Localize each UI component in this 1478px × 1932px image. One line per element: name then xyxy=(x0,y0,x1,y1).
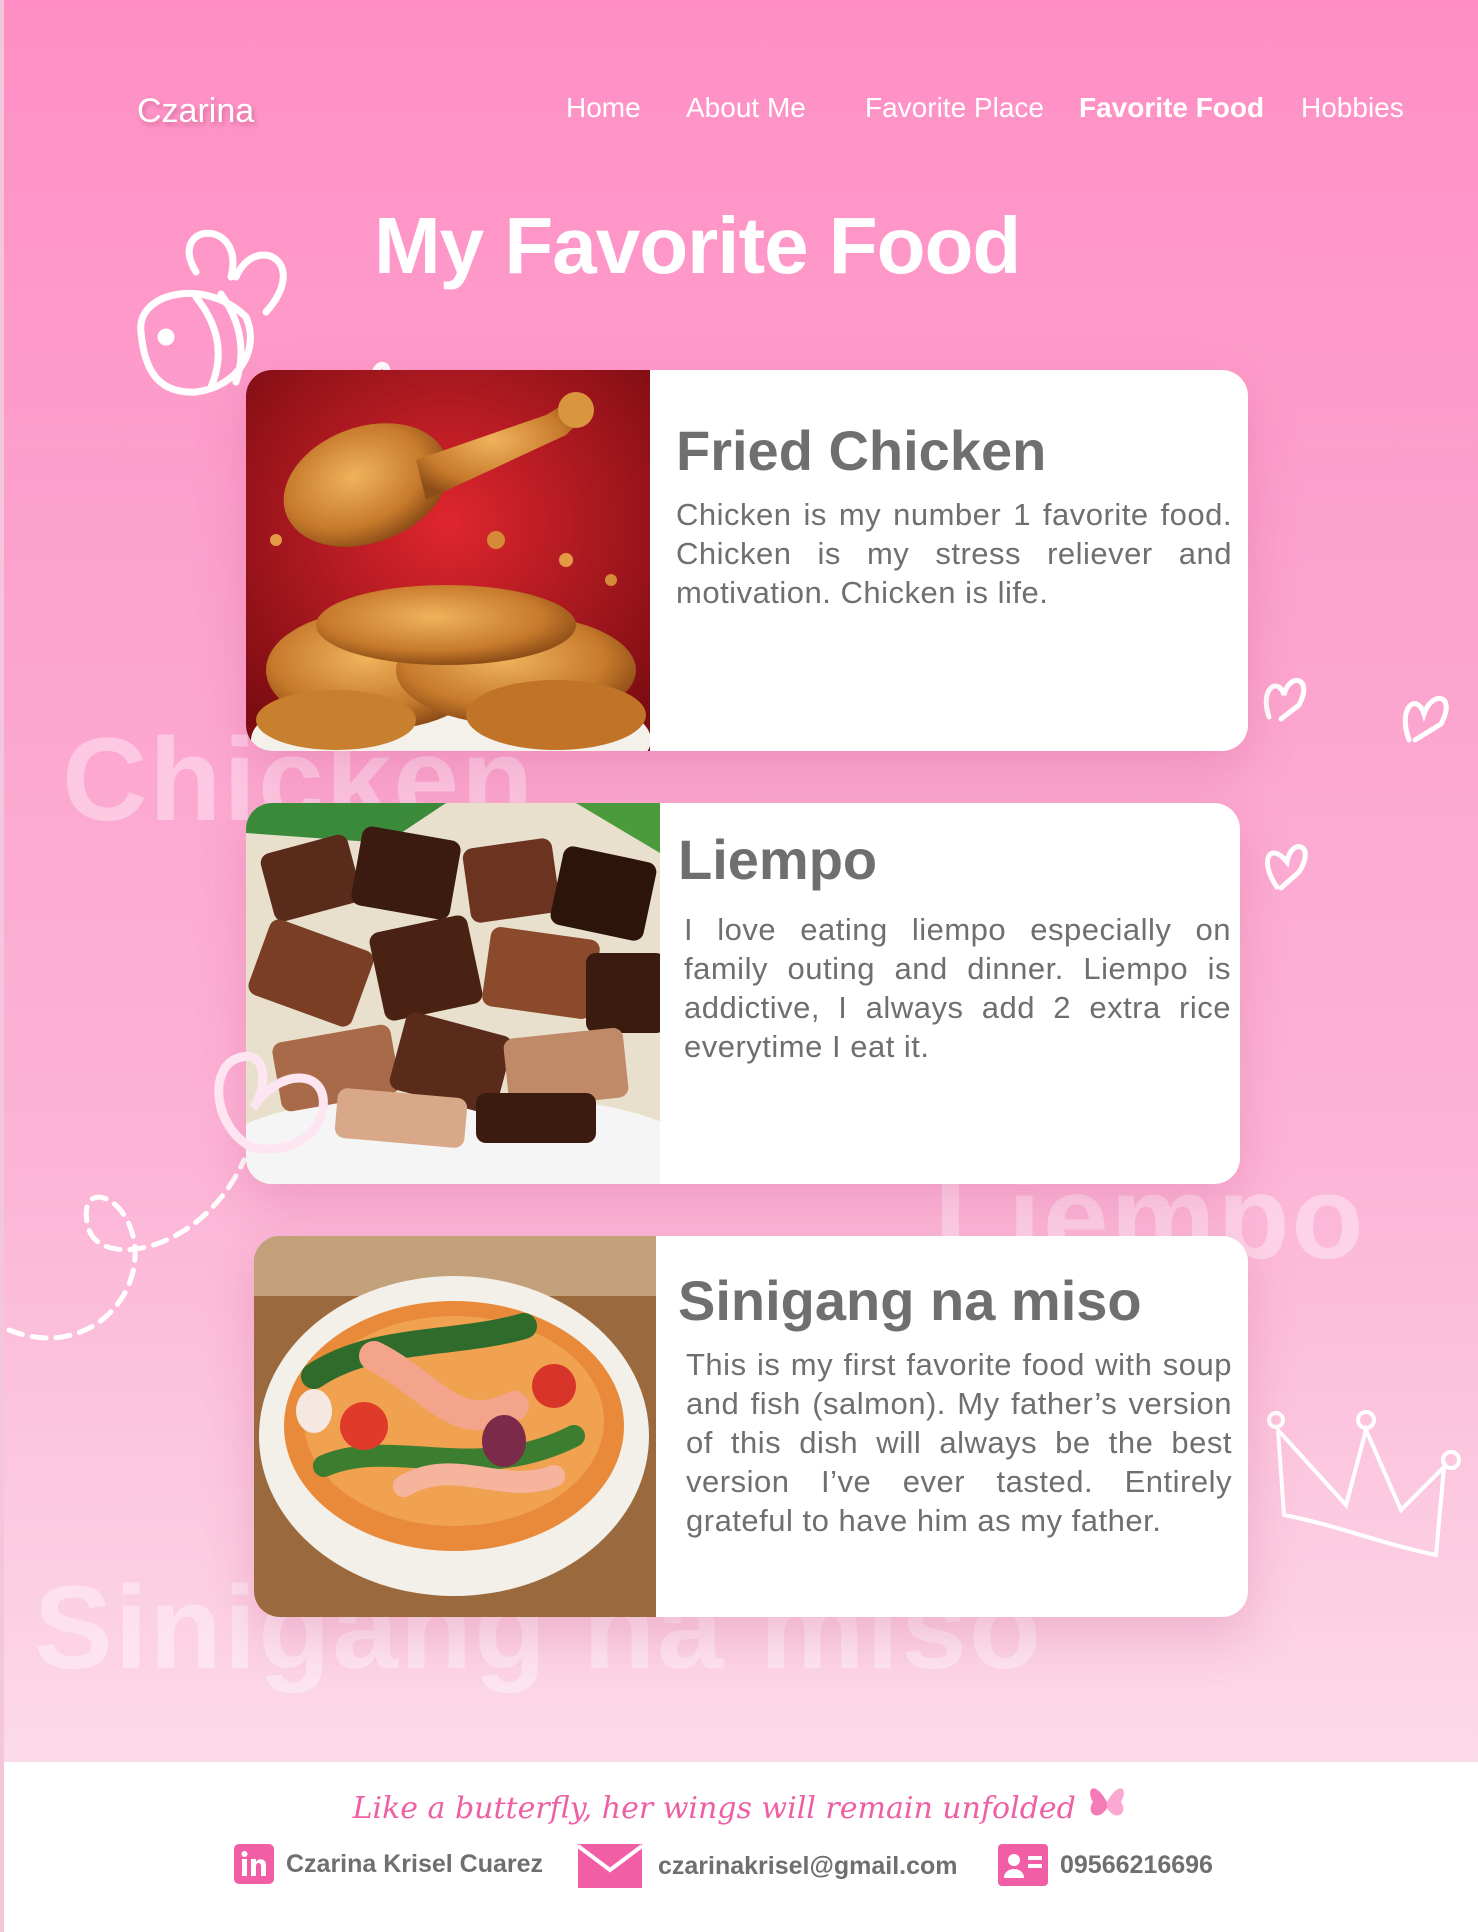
liempo-text: Liempo I love eating liempo especially o… xyxy=(678,803,1240,1184)
crown-doodle-icon xyxy=(1267,1410,1461,1558)
linkedin-icon xyxy=(234,1844,274,1884)
contact-phone[interactable]: 09566216696 xyxy=(998,1844,1213,1886)
food-card-sinigang: Sinigang na miso This is my first favori… xyxy=(254,1236,1248,1617)
nav-hobbies[interactable]: Hobbies xyxy=(1301,92,1404,124)
food-title: Fried Chicken xyxy=(676,419,1047,482)
email-address: czarinakrisel@gmail.com xyxy=(658,1851,958,1880)
sinigang-text: Sinigang na miso This is my first favori… xyxy=(678,1236,1248,1617)
food-description: I love eating liempo especially on famil… xyxy=(684,911,1231,1064)
dashed-path-doodle-icon xyxy=(6,1157,247,1341)
contact-card-icon xyxy=(998,1844,1048,1886)
heart-doodle-icon xyxy=(1265,844,1308,891)
footer: Like a butterfly, her wings will remain … xyxy=(4,1762,1478,1932)
nav-home[interactable]: Home xyxy=(566,92,641,124)
sinigang-photo xyxy=(254,1236,656,1617)
fried-chicken-text: Fried Chicken Chicken is my number 1 fav… xyxy=(676,370,1248,751)
nav-favorite-place[interactable]: Favorite Place xyxy=(865,92,1044,124)
heart-doodle-icon xyxy=(1263,678,1307,722)
food-card-liempo: Liempo I love eating liempo especially o… xyxy=(246,803,1240,1184)
contact-linkedin[interactable]: Czarina Krisel Cuarez xyxy=(234,1844,543,1884)
page-background: Chicken Liempo Sinigang na miso Czarina … xyxy=(4,0,1478,1932)
brand-logo[interactable]: Czarina xyxy=(137,92,254,131)
food-title: Sinigang na miso xyxy=(678,1269,1142,1332)
food-description: This is my first favorite food with soup… xyxy=(686,1346,1232,1538)
page-title: My Favorite Food xyxy=(374,201,1021,290)
nav-about-me[interactable]: About Me xyxy=(686,92,806,124)
email-icon xyxy=(578,1844,642,1888)
contact-email[interactable]: czarinakrisel@gmail.com xyxy=(578,1844,958,1888)
footer-tagline: Like a butterfly, her wings will remain … xyxy=(4,1780,1478,1826)
food-description: Chicken is my number 1 favorite food. Ch… xyxy=(676,496,1232,610)
heart-doodle-icon xyxy=(1402,696,1449,743)
phone-number: 09566216696 xyxy=(1060,1850,1213,1879)
butterfly-icon xyxy=(1090,1788,1125,1816)
liempo-photo xyxy=(246,803,660,1184)
food-title: Liempo xyxy=(678,828,878,891)
fried-chicken-photo xyxy=(246,370,650,751)
food-card-fried-chicken: Fried Chicken Chicken is my number 1 fav… xyxy=(246,370,1248,751)
linkedin-name: Czarina Krisel Cuarez xyxy=(286,1849,544,1878)
nav-favorite-food[interactable]: Favorite Food xyxy=(1079,92,1264,124)
